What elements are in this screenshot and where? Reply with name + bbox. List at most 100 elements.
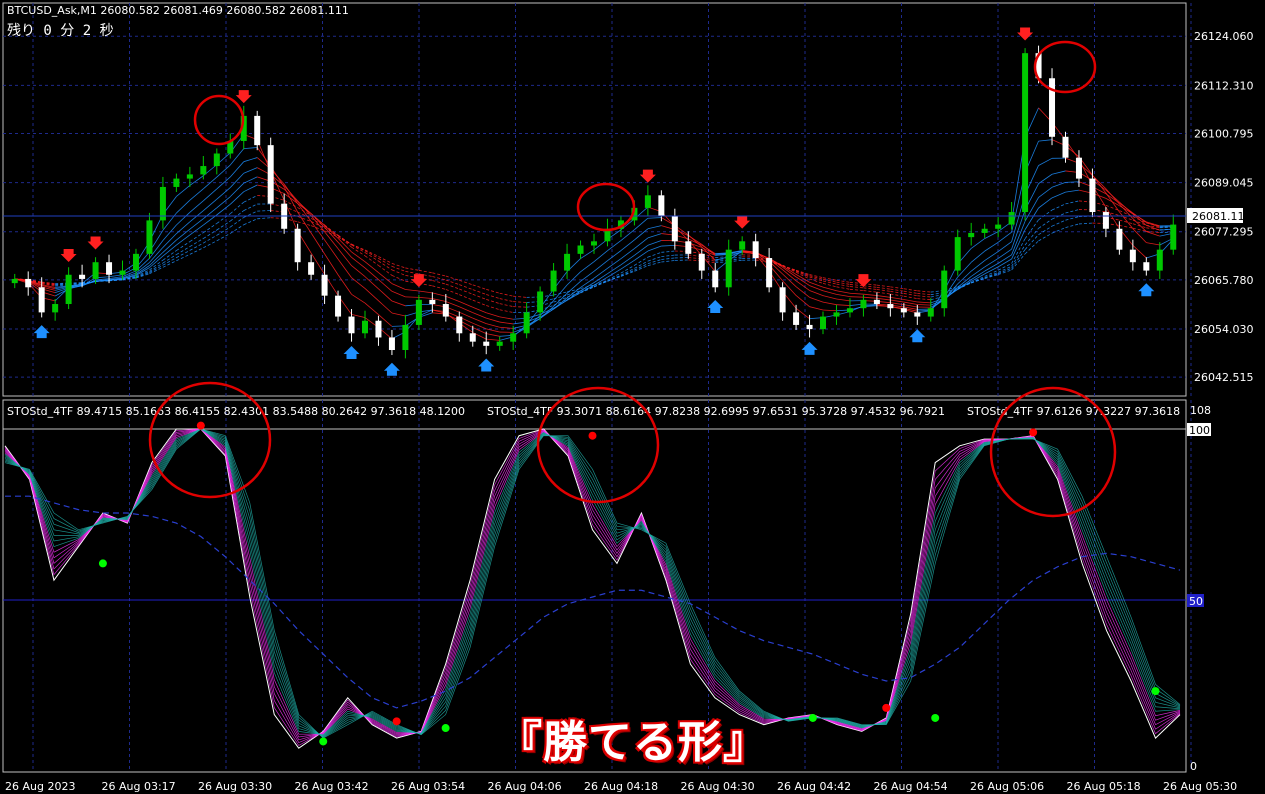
- candle-body: [483, 341, 490, 346]
- candle-body: [873, 299, 880, 305]
- candle-body: [213, 153, 220, 167]
- candle-body: [537, 291, 544, 313]
- candle-body: [550, 270, 557, 292]
- buy-signal-dot: [441, 724, 450, 733]
- countdown-timer: 残り 0 分 2 秒: [7, 23, 114, 39]
- candle-body: [388, 337, 395, 351]
- candle-body: [348, 316, 355, 334]
- candle-body: [173, 178, 180, 187]
- candle-body: [294, 228, 301, 263]
- candle-body: [981, 228, 988, 233]
- ind-axis-100: 100: [1189, 424, 1210, 437]
- candle-body: [25, 278, 32, 288]
- candle-body: [658, 195, 665, 217]
- candle-body: [739, 241, 746, 250]
- candle-body: [671, 216, 678, 242]
- candle-body: [564, 253, 571, 271]
- time-tick-label: 26 Aug 03:17: [102, 780, 176, 793]
- time-tick-label: 26 Aug 03:54: [391, 780, 465, 793]
- candle-body: [577, 245, 584, 254]
- buy-signal-dot: [931, 713, 940, 722]
- candle-body: [685, 241, 692, 254]
- sell-signal-dot: [196, 421, 205, 430]
- price-tick-label: 26077.295: [1194, 226, 1254, 239]
- candle-body: [698, 253, 705, 271]
- candle-body: [11, 278, 18, 284]
- candle-body: [1116, 228, 1123, 250]
- price-tick-label: 26124.060: [1194, 30, 1254, 43]
- candle-body: [1102, 212, 1109, 229]
- price-tick-label: 26042.515: [1194, 371, 1254, 384]
- candle-body: [308, 262, 315, 275]
- ind-axis-top: 108: [1190, 404, 1211, 417]
- time-tick-label: 26 Aug 04:54: [874, 780, 948, 793]
- current-price-value: 26081.111: [1192, 210, 1252, 223]
- candle-body: [79, 274, 86, 279]
- banner-text: 『勝てる形』: [498, 717, 768, 768]
- price-tick-label: 26100.795: [1194, 127, 1254, 140]
- candle-body: [1170, 224, 1177, 250]
- candle-body: [429, 299, 436, 305]
- indicator-label-1: STOStd_4TF 89.4715 85.1663 86.4155 82.43…: [7, 405, 465, 418]
- candle-body: [159, 186, 166, 221]
- price-pane[interactable]: BTCUSD_Ask,M1 26080.582 26081.469 26080.…: [2, 2, 1192, 397]
- candle-body: [914, 312, 921, 317]
- candle-body: [1022, 53, 1029, 213]
- time-tick-label: 26 Aug 05:30: [1163, 780, 1237, 793]
- time-tick-label: 26 Aug 04:06: [488, 780, 562, 793]
- candle-body: [92, 262, 99, 279]
- candle-body: [793, 312, 800, 325]
- candle-body: [267, 145, 274, 204]
- candle-body: [335, 295, 342, 317]
- indicator-label-2: STOStd_4TF 93.3071 88.6164 97.8238 92.69…: [487, 405, 945, 418]
- candle-body: [496, 341, 503, 346]
- candle-body: [106, 262, 113, 275]
- time-tick-label: 26 Aug 03:30: [198, 780, 272, 793]
- candle-body: [820, 316, 827, 330]
- candle-body: [375, 320, 382, 338]
- trading-chart[interactable]: BTCUSD_Ask,M1 26080.582 26081.469 26080.…: [0, 0, 1265, 794]
- price-tick-label: 26089.045: [1194, 177, 1254, 190]
- candle-body: [725, 249, 732, 288]
- candle-body: [254, 115, 261, 146]
- indicator-label-3: STOStd_4TF 97.6126 97.3227 97.3618: [967, 405, 1180, 418]
- time-tick-label: 26 Aug 04:30: [681, 780, 755, 793]
- sell-signal-dot: [1029, 428, 1038, 437]
- candle-body: [402, 324, 409, 351]
- ma-ribbon-segment: [849, 296, 864, 298]
- time-axis: 26 Aug 2023 26 Aug 03:17 26 Aug 03:30 26 Au…: [5, 780, 1237, 793]
- candle-body: [995, 224, 1002, 229]
- time-tick-label: 26 Aug 05:06: [970, 780, 1044, 793]
- candle-body: [1089, 178, 1096, 213]
- price-axis: 26124.060 26112.310 26100.795 26089.045 2607…: [1194, 30, 1254, 384]
- symbol-header: BTCUSD_Ask,M1 26080.582 26081.469 26080.…: [7, 4, 349, 17]
- sell-signal-dot: [588, 431, 597, 440]
- candle-body: [900, 308, 907, 313]
- candle-body: [1049, 78, 1056, 137]
- candle-body: [321, 274, 328, 296]
- candle-body: [752, 241, 759, 259]
- price-tick-label: 26065.780: [1194, 274, 1254, 287]
- candle-body: [968, 232, 975, 238]
- candle-body: [833, 312, 840, 317]
- price-tick-label: 26054.030: [1194, 323, 1254, 336]
- candle-body: [469, 333, 476, 342]
- candle-body: [846, 308, 853, 313]
- candle-body: [442, 304, 449, 317]
- candle-body: [65, 274, 72, 305]
- candle-body: [887, 304, 894, 309]
- candle-body: [146, 220, 153, 254]
- candle-body: [954, 237, 961, 271]
- candle-body: [415, 299, 422, 325]
- candle-body: [361, 320, 368, 334]
- buy-signal-dot: [98, 559, 107, 568]
- buy-signal-dot: [808, 713, 817, 722]
- ind-axis-0: 0: [1190, 760, 1197, 773]
- candle-body: [1129, 249, 1136, 263]
- candle-body: [38, 287, 45, 313]
- candle-body: [186, 174, 193, 179]
- candle-body: [1156, 249, 1163, 271]
- candle-body: [941, 270, 948, 309]
- price-tick-label: 26112.310: [1194, 79, 1254, 92]
- candle-body: [523, 312, 530, 334]
